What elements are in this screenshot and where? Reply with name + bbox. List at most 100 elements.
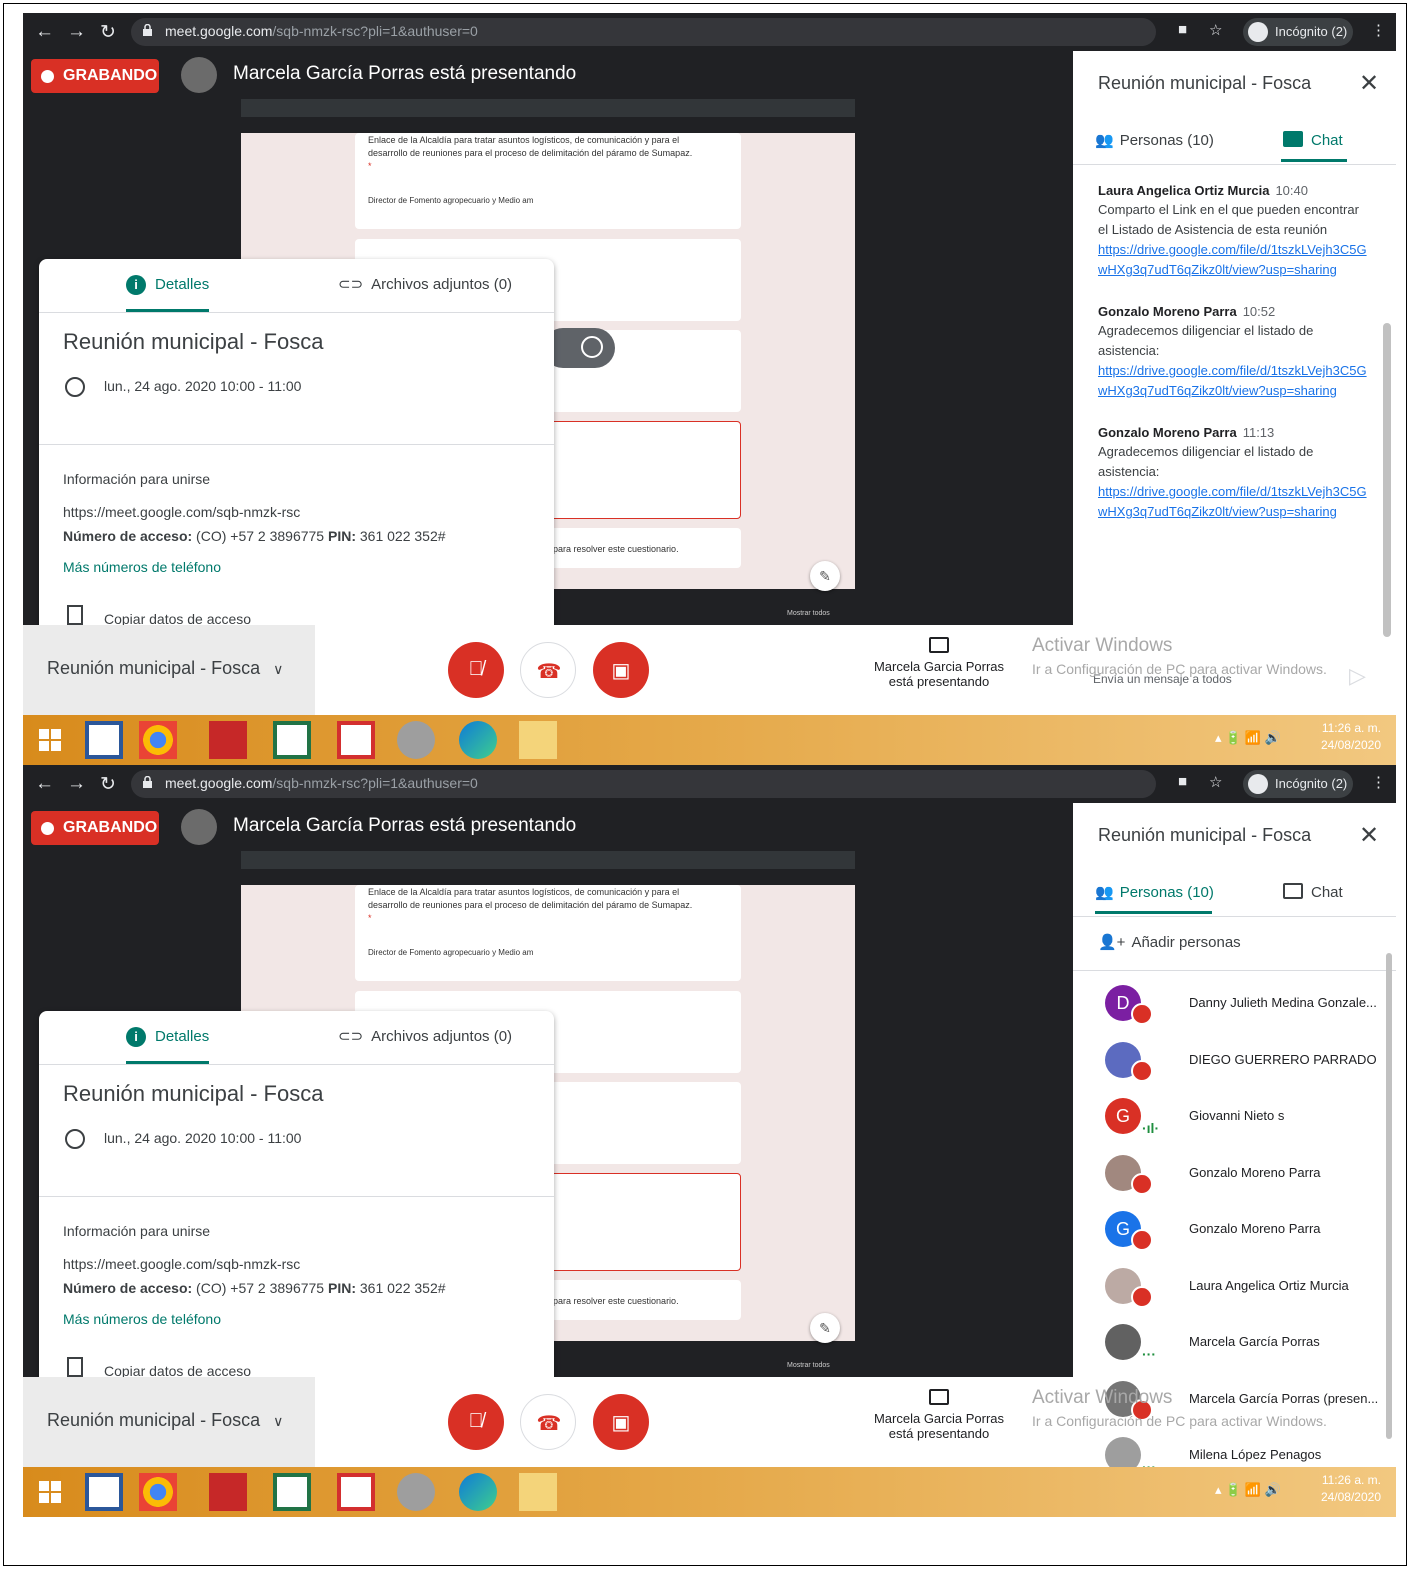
tab-attachments[interactable]: ⊂⊃ Archivos adjuntos (0) <box>338 275 512 293</box>
tab-chat[interactable]: Chat <box>1283 883 1343 901</box>
chrome-icon[interactable] <box>139 721 177 759</box>
more-numbers-link[interactable]: Más números de teléfono <box>63 1311 221 1327</box>
participant-row[interactable]: ··· Marcela García Porras <box>1073 1316 1396 1373</box>
participant-row[interactable]: Marcela García Porras (presen... <box>1073 1373 1396 1430</box>
chrome-icon[interactable] <box>139 1473 177 1511</box>
zoom-out-icon[interactable] <box>581 336 603 358</box>
mic-toggle-button[interactable]: 🎙̸ <box>448 1394 504 1450</box>
access-number: Número de acceso: (CO) +57 2 3896775 PIN… <box>63 1280 446 1296</box>
camera-toggle-button[interactable]: ▣ <box>593 1394 649 1450</box>
menu-dots-icon[interactable]: ⋮ <box>1371 21 1386 39</box>
presenting-title: Marcela García Porras está presentando <box>233 815 577 836</box>
system-tray-icons[interactable]: ▴ 🔋 📶 🔊 <box>1215 1482 1281 1498</box>
star-icon[interactable]: ☆ <box>1209 21 1222 39</box>
taskbar-clock[interactable]: 11:26 a. m. 24/08/2020 <box>1301 720 1381 754</box>
shared-text-line1: Enlace de la Alcaldía para tratar asunto… <box>368 135 680 145</box>
system-tray-icons[interactable]: ▴ 🔋 📶 🔊 <box>1215 730 1281 746</box>
send-icon[interactable]: ▷ <box>1349 663 1366 689</box>
incognito-badge[interactable]: Incógnito (2) <box>1243 18 1353 46</box>
add-people-button[interactable]: 👤+ Añadir personas <box>1098 933 1241 951</box>
copy-icon[interactable] <box>67 1357 83 1377</box>
close-icon[interactable]: ✕ <box>1359 821 1379 850</box>
presenting-button[interactable]: Marcela Garcia Porras está presentando <box>869 637 1009 689</box>
address-bar[interactable]: meet.google.com/sqb-nmzk-rsc?pli=1&authu… <box>131 18 1156 46</box>
mendeley-icon[interactable] <box>209 1473 247 1511</box>
tab-people[interactable]: 👥 Personas (10) <box>1095 131 1214 149</box>
chat-text: Agradecemos diligenciar el listado de as… <box>1098 323 1314 358</box>
record-dot-icon <box>41 822 54 835</box>
file-explorer-icon[interactable] <box>519 721 557 759</box>
forward-arrow-icon[interactable]: → <box>67 21 86 43</box>
meeting-title-button[interactable]: Reunión municipal - Fosca ∨ <box>23 625 315 715</box>
chat-link[interactable]: https://drive.google.com/file/d/1tszkLVe… <box>1098 361 1368 401</box>
tab-attachments[interactable]: ⊂⊃ Archivos adjuntos (0) <box>338 1027 512 1045</box>
menu-dots-icon[interactable]: ⋮ <box>1371 773 1386 791</box>
browser-toolbar: ← → ↻ meet.google.com/sqb-nmzk-rsc?pli=1… <box>23 765 1396 803</box>
present-screen-icon <box>929 637 949 653</box>
participant-name: Marcela García Porras <box>1189 1334 1320 1349</box>
lock-icon <box>143 24 152 36</box>
acrobat-icon[interactable] <box>337 1473 375 1511</box>
participant-row[interactable]: G Gonzalo Moreno Parra <box>1073 1203 1396 1260</box>
record-dot-icon <box>41 70 54 83</box>
file-explorer-icon[interactable] <box>519 1473 557 1511</box>
hangup-button[interactable]: ☎ <box>520 642 576 698</box>
shared-director-text: Director de Fomento agropecuario y Medio… <box>368 948 534 957</box>
participant-row[interactable]: D Danny Julieth Medina Gonzale... <box>1073 977 1396 1034</box>
camera-off-icon: ▣ <box>611 660 631 682</box>
tab-details[interactable]: i Detalles <box>126 275 209 295</box>
chat-icon <box>1283 883 1303 899</box>
reload-icon[interactable]: ↻ <box>100 773 116 796</box>
participant-row[interactable]: DIEGO GUERRERO PARRADO <box>1073 1034 1396 1091</box>
windows-start-icon[interactable] <box>31 721 69 759</box>
taskbar-clock[interactable]: 11:26 a. m. 24/08/2020 <box>1301 1472 1381 1506</box>
snipping-tool-icon[interactable] <box>397 1473 435 1511</box>
camera-icon[interactable]: ■ <box>1178 21 1187 38</box>
presenting-button[interactable]: Marcela Garcia Porras está presentando <box>869 1389 1009 1441</box>
participant-name: Giovanni Nieto s <box>1189 1108 1285 1123</box>
address-bar[interactable]: meet.google.com/sqb-nmzk-rsc?pli=1&authu… <box>131 770 1156 798</box>
divider <box>39 312 554 313</box>
edge-icon[interactable] <box>459 1473 497 1511</box>
more-numbers-link[interactable]: Más números de teléfono <box>63 559 221 575</box>
participant-row[interactable]: G ·ıl· Giovanni Nieto s <box>1073 1090 1396 1147</box>
chat-link[interactable]: https://drive.google.com/file/d/1tszkLVe… <box>1098 240 1368 280</box>
acrobat-icon[interactable] <box>337 721 375 759</box>
recording-badge: GRABANDO <box>31 811 159 845</box>
copy-icon[interactable] <box>67 605 83 625</box>
meeting-title-button[interactable]: Reunión municipal - Fosca ∨ <box>23 1377 315 1467</box>
scrollbar[interactable] <box>1386 953 1392 1439</box>
participant-row[interactable]: Gonzalo Moreno Parra <box>1073 1147 1396 1204</box>
scrollbar[interactable] <box>1383 323 1391 637</box>
camera-icon[interactable]: ■ <box>1178 773 1187 790</box>
forward-arrow-icon[interactable]: → <box>67 773 86 795</box>
mic-toggle-button[interactable]: 🎙̸ <box>448 642 504 698</box>
tab-chat[interactable]: Chat <box>1283 131 1343 149</box>
star-icon[interactable]: ☆ <box>1209 773 1222 791</box>
back-arrow-icon[interactable]: ← <box>35 773 54 795</box>
edit-pencil-icon[interactable]: ✎ <box>810 561 840 591</box>
details-title: Reunión municipal - Fosca <box>63 329 324 354</box>
reload-icon[interactable]: ↻ <box>100 21 116 44</box>
chat-input[interactable]: Envía un mensaje a todos <box>1093 672 1232 686</box>
hangup-button[interactable]: ☎ <box>520 1394 576 1450</box>
windows-start-icon[interactable] <box>31 1473 69 1511</box>
mendeley-icon[interactable] <box>209 721 247 759</box>
word-icon[interactable] <box>85 1473 123 1511</box>
word-icon[interactable] <box>85 721 123 759</box>
edit-pencil-icon[interactable]: ✎ <box>810 1313 840 1343</box>
excel-icon[interactable] <box>273 721 311 759</box>
edge-icon[interactable] <box>459 721 497 759</box>
close-icon[interactable]: ✕ <box>1359 69 1379 98</box>
chat-link[interactable]: https://drive.google.com/file/d/1tszkLVe… <box>1098 482 1368 522</box>
snipping-tool-icon[interactable] <box>397 721 435 759</box>
participant-row[interactable]: Laura Angelica Ortiz Murcia <box>1073 1260 1396 1317</box>
excel-icon[interactable] <box>273 1473 311 1511</box>
phone-hangup-icon: ☎ <box>536 1413 562 1435</box>
meeting-controls: Reunión municipal - Fosca ∨ 🎙̸ ☎ ▣ Marce… <box>23 625 1073 715</box>
incognito-badge[interactable]: Incógnito (2) <box>1243 770 1353 798</box>
tab-details[interactable]: i Detalles <box>126 1027 209 1047</box>
tab-people[interactable]: 👥 Personas (10) <box>1095 883 1214 901</box>
camera-toggle-button[interactable]: ▣ <box>593 642 649 698</box>
back-arrow-icon[interactable]: ← <box>35 21 54 43</box>
